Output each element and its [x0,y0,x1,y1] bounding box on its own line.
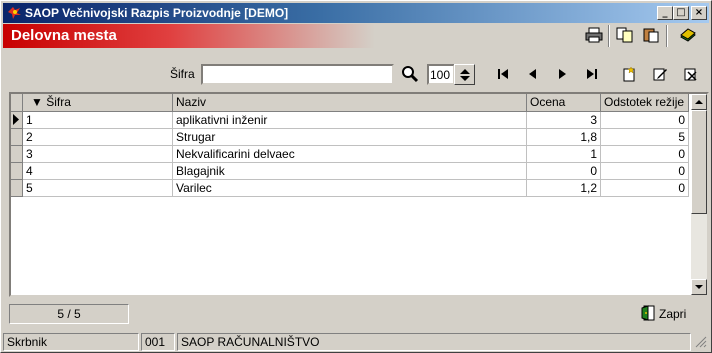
cell-ocena[interactable]: 1 [527,146,601,163]
column-header-odstotek[interactable]: Odstotek režije [601,94,689,112]
bottom-bar: 5 / 5 Zapri [3,301,709,329]
toolbar-separator [666,25,668,47]
toolbar-separator [608,25,610,47]
search-icon[interactable] [399,63,421,85]
close-form-label: Zapri [659,307,687,321]
delete-record-icon[interactable] [680,63,702,85]
row-indicator[interactable] [11,163,23,180]
cell-ocena[interactable]: 3 [527,112,601,129]
cell-odstotek[interactable]: 0 [601,112,689,129]
door-exit-icon [639,304,657,325]
maximize-button[interactable]: □ [673,6,689,20]
form-title: Delovna mesta [3,24,375,48]
cell-sifra[interactable]: 2 [23,129,173,146]
cell-ocena[interactable]: 0 [527,163,601,180]
scroll-up-button[interactable] [691,94,707,110]
first-record-icon[interactable] [492,63,514,85]
resize-grip-icon[interactable] [695,336,707,351]
app-logo-icon [7,6,22,23]
status-bar: Skrbnik 001 SAOP RAČUNALNIŠTVO [3,332,709,352]
cell-odstotek[interactable]: 0 [601,163,689,180]
cell-naziv[interactable]: Blagajnik [173,163,527,180]
scroll-down-button[interactable] [691,279,707,295]
edit-record-icon[interactable] [649,63,671,85]
print-button[interactable] [583,25,605,47]
next-record-icon[interactable] [551,63,573,85]
previous-record-icon[interactable] [522,63,544,85]
record-limit-field[interactable]: 100 [427,64,455,85]
last-record-icon[interactable] [581,63,603,85]
new-record-icon[interactable] [618,63,640,85]
cell-naziv[interactable]: Strugar [173,129,527,146]
limit-adjust-icon[interactable] [454,64,475,85]
grid-corner [11,94,23,112]
close-form-button[interactable]: Zapri [639,303,686,325]
status-user: Skrbnik [3,333,139,351]
row-indicator[interactable] [11,112,23,129]
cell-sifra[interactable]: 3 [23,146,173,163]
cell-sifra[interactable]: 1 [23,112,173,129]
form-header: Delovna mesta [3,24,709,57]
row-indicator[interactable] [11,129,23,146]
cell-ocena[interactable]: 1,8 [527,129,601,146]
cell-sifra[interactable]: 5 [23,180,173,197]
cell-ocena[interactable]: 1,2 [527,180,601,197]
cell-odstotek[interactable]: 0 [601,146,689,163]
status-code: 001 [141,333,175,351]
vertical-scrollbar[interactable] [691,94,707,295]
status-company: SAOP RAČUNALNIŠTVO [177,333,691,351]
copy-button[interactable] [614,25,636,47]
scroll-thumb[interactable] [691,110,707,214]
column-header-sifra[interactable]: ▼ Šifra [23,94,173,112]
navigation-toolbar: Šifra 100 [3,59,709,89]
close-button[interactable]: × [691,6,707,20]
cell-odstotek[interactable]: 5 [601,129,689,146]
cell-naziv[interactable]: Nekvalificarini delvaec [173,146,527,163]
paste-button[interactable] [640,25,662,47]
data-grid: ▼ Šifra Naziv Ocena Odstotek režije 1 ap… [9,92,709,297]
cell-sifra[interactable]: 4 [23,163,173,180]
books-button[interactable] [677,25,699,47]
cell-naziv[interactable]: aplikativni inženir [173,112,527,129]
application-window: SAOP Večnivojski Razpis Proizvodnje [DEM… [0,0,712,353]
books-icon [679,27,697,46]
cell-odstotek[interactable]: 0 [601,180,689,197]
record-counter: 5 / 5 [9,304,129,324]
row-indicator[interactable] [11,180,23,197]
column-header-ocena[interactable]: Ocena [527,94,601,112]
search-input[interactable] [201,64,394,85]
minimize-button[interactable]: _ [657,6,673,20]
paste-icon [642,27,660,46]
row-indicator[interactable] [11,146,23,163]
printer-icon [585,27,603,46]
cell-naziv[interactable]: Varilec [173,180,527,197]
title-bar[interactable]: SAOP Večnivojski Razpis Proizvodnje [DEM… [3,3,709,23]
copy-icon [616,27,634,46]
arrow-down-icon [692,284,706,295]
column-header-naziv[interactable]: Naziv [173,94,527,112]
window-title: SAOP Večnivojski Razpis Proizvodnje [DEM… [25,6,289,20]
search-label: Šifra [170,67,195,81]
